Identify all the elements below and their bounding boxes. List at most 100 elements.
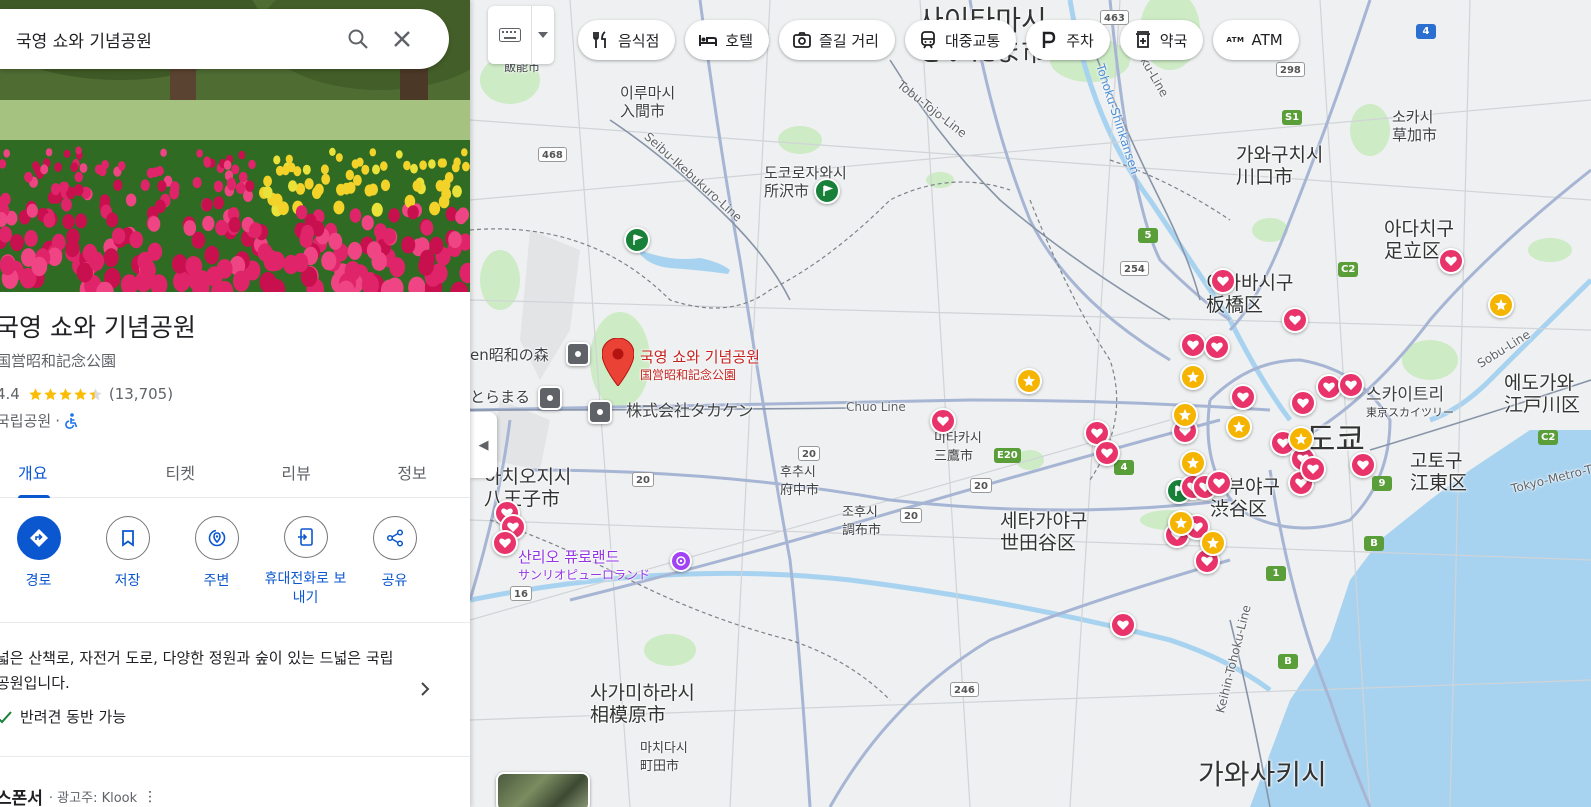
tab-tickets[interactable]: 티켓 <box>122 446 238 497</box>
atm-icon: ATM <box>1226 36 1245 44</box>
heart-icon[interactable] <box>1094 440 1120 466</box>
flag-poi-icon[interactable] <box>624 227 650 253</box>
route-shield: 20 <box>970 478 992 493</box>
square-poi-icon[interactable] <box>588 400 612 424</box>
map-label-edogawa: 에도가와 江戸川区 <box>1504 372 1581 416</box>
place-category[interactable]: 국립공원 <box>0 410 51 431</box>
map-label-mitaka: 미타카시 三鷹市 <box>934 431 982 464</box>
chip-transit[interactable]: 대중교통 <box>904 20 1017 60</box>
clear-search-button[interactable] <box>380 17 424 61</box>
action-label: 휴대전화로 보내기 <box>264 571 347 606</box>
heart-icon[interactable] <box>1110 612 1136 638</box>
tab-about[interactable]: 정보 <box>354 446 470 497</box>
star-icon <box>59 387 72 400</box>
star-icon[interactable] <box>1226 414 1252 440</box>
chip-label: 약국 <box>1159 31 1188 50</box>
star-icon <box>89 387 102 400</box>
chip-restaurants[interactable]: 음식점 <box>578 20 676 60</box>
heart-icon[interactable] <box>1210 268 1236 294</box>
heart-icon[interactable] <box>1290 390 1316 416</box>
star-icon[interactable] <box>1200 530 1226 556</box>
divider <box>0 622 470 623</box>
send-to-phone-icon <box>283 516 328 558</box>
tab-reviews[interactable]: 리뷰 <box>238 446 354 497</box>
collapse-panel-button[interactable]: ◀ <box>470 412 497 478</box>
map-label-toramaru[interactable]: とらまる <box>470 388 530 406</box>
description-expand-button[interactable] <box>412 676 438 702</box>
map-label-machida: 마치다시 町田市 <box>640 741 688 774</box>
share-button[interactable]: 공유 <box>350 516 439 608</box>
star-icon[interactable] <box>1488 292 1514 318</box>
save-button[interactable]: 저장 <box>83 516 172 608</box>
map-label-kawaguchi: 가와구치시 川口市 <box>1236 144 1324 188</box>
route-shield: 20 <box>900 508 922 523</box>
action-label: 경로 <box>25 573 52 589</box>
map-label-skytree[interactable]: 스카이트리 東京スカイツリー <box>1366 386 1454 422</box>
map-label-takaken[interactable]: 株式会社タカケン <box>626 402 754 420</box>
route-shield: C2 <box>1338 262 1359 277</box>
map-label-sagamihara: 사가미하라시 相模原市 <box>590 682 695 726</box>
more-options-icon[interactable]: ⋮ <box>143 789 157 805</box>
star-icon[interactable] <box>1016 368 1042 394</box>
map-label-setagaya: 세타가야구 世田谷区 <box>1000 510 1088 554</box>
map-pin-label[interactable]: 국영 쇼와 기념공원 国営昭和記念公園 <box>640 348 760 384</box>
search-input[interactable] <box>16 29 336 49</box>
category-separator: · <box>55 411 60 430</box>
map-label-soka: 소카시 草加市 <box>1392 108 1438 144</box>
star-icon[interactable] <box>1180 450 1206 476</box>
star-icon <box>44 387 57 400</box>
chevron-down-icon[interactable] <box>532 6 554 64</box>
search-button[interactable] <box>336 17 380 61</box>
heart-icon[interactable] <box>492 530 518 556</box>
chip-pharmacy[interactable]: 약국 <box>1119 20 1204 60</box>
search-icon <box>348 29 368 49</box>
star-icon[interactable] <box>1168 510 1194 536</box>
heart-icon[interactable] <box>1204 334 1230 360</box>
filter-chips-bar: 음식점 호텔 즐길 거리 대중교통 주차 약국 ATM ATM <box>578 20 1299 60</box>
heart-icon[interactable] <box>1230 384 1256 410</box>
heart-icon[interactable] <box>1438 248 1464 274</box>
pet-friendly-label: 반려견 동반 가능 <box>20 708 127 726</box>
heart-icon[interactable] <box>1350 452 1376 478</box>
chip-atm[interactable]: ATM ATM <box>1213 20 1299 60</box>
tab-overview[interactable]: 개요 <box>0 446 122 498</box>
pharmacy-icon <box>1135 31 1150 48</box>
star-icon[interactable] <box>1172 402 1198 428</box>
map-label-sanrio-puroland[interactable]: 산리오 퓨로랜드 サンリオピューロランド <box>518 548 650 584</box>
heart-icon[interactable] <box>1300 456 1326 482</box>
review-count[interactable]: (13,705) <box>109 385 173 403</box>
checkmark-icon <box>0 710 12 723</box>
heart-icon[interactable] <box>1338 372 1364 398</box>
selected-place-pin-icon[interactable] <box>602 338 634 386</box>
heart-icon[interactable] <box>1206 470 1232 496</box>
heart-icon[interactable] <box>930 408 956 434</box>
square-poi-icon[interactable] <box>566 342 590 366</box>
amusement-park-icon[interactable] <box>670 550 692 572</box>
map-label-showa-forest[interactable]: en昭和の森 <box>470 346 549 364</box>
layers-toggle-button[interactable] <box>496 772 590 807</box>
flag-poi-icon[interactable] <box>814 178 840 204</box>
parking-icon <box>1042 31 1056 48</box>
nearby-button[interactable]: 주변 <box>172 516 261 608</box>
directions-button[interactable]: 경로 <box>0 516 83 608</box>
map-label-iruma: 이루마시 入間市 <box>620 84 676 120</box>
input-tools <box>488 6 554 64</box>
route-shield: 20 <box>632 472 654 487</box>
keyboard-icon[interactable] <box>488 6 532 64</box>
star-icon[interactable] <box>1180 364 1206 390</box>
square-poi-icon[interactable] <box>538 386 562 410</box>
heart-icon[interactable] <box>1180 332 1206 358</box>
chip-label: 호텔 <box>725 31 754 50</box>
place-tabs: 개요 티켓 리뷰 정보 <box>0 446 470 498</box>
chip-parking[interactable]: 주차 <box>1026 20 1110 60</box>
chip-hotels[interactable]: 호텔 <box>685 20 770 60</box>
map-canvas[interactable]: 사이타마시 さいたま市 飯能市 이루마시入間市 도코로자와시所沢市 가와구치시川… <box>470 0 1591 807</box>
pet-friendly-row: 반려견 동반 가능 <box>0 706 126 727</box>
heart-icon[interactable] <box>1282 307 1308 333</box>
chip-things-to-do[interactable]: 즐길 거리 <box>779 20 895 60</box>
star-icon[interactable] <box>1288 426 1314 452</box>
send-to-phone-button[interactable]: 휴대전화로 보내기 <box>261 516 350 608</box>
chevron-left-icon: ◀ <box>478 437 489 453</box>
search-box[interactable] <box>0 9 449 69</box>
place-subtitle: 国営昭和記念公園 <box>0 352 117 370</box>
